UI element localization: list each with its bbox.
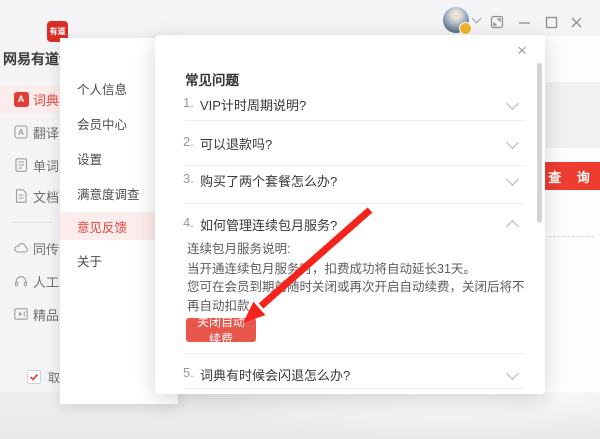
minimize-icon (518, 16, 531, 29)
faq-dialog: × 常见问题 1. VIP计时周期说明? 2. 可以退款吗? 3. 购买了两个套… (155, 35, 545, 394)
sidebar-item-label: 同传 (33, 241, 60, 257)
dashed-divider (548, 236, 594, 237)
dialog-title: 常见问题 (185, 73, 239, 88)
dialog-scrollbar[interactable] (537, 63, 542, 223)
divider (185, 120, 525, 121)
translate-icon: A (13, 124, 29, 140)
svg-text:A: A (18, 127, 24, 137)
sidebar-item-interpretation[interactable]: 同传 (0, 234, 62, 262)
background-panel (545, 82, 600, 148)
sidebar-item-label: 精品 (33, 307, 60, 323)
headset-icon (13, 273, 29, 289)
sidebar-item-label: 文档 (33, 189, 60, 205)
maximize-icon (545, 16, 558, 29)
faq-answer-line: 您可在会员到期前随时关闭或再次开启自动续费，关闭后将不再自动扣款。 (187, 280, 525, 313)
menu-item-label: 关于 (77, 254, 103, 269)
faq-answer-line: 当开通连续包月服务时，扣费成功将自动延长31天。 (187, 262, 476, 276)
faq-item-1[interactable]: 1. VIP计时周期说明? (183, 95, 517, 113)
sidebar-item-label: 单词 (33, 158, 60, 174)
faq-question: 可以退款吗? (200, 137, 273, 152)
faq-number: 3. (183, 171, 194, 186)
avatar-chevron-down-icon[interactable] (471, 13, 482, 24)
sidebar-item-premium[interactable]: 精品 (0, 300, 62, 328)
wordbook-icon (13, 157, 29, 173)
close-window-button[interactable] (568, 14, 584, 30)
divider (185, 388, 525, 389)
faq-question: VIP计时周期说明? (200, 98, 307, 113)
menu-item-label: 满意度调查 (77, 187, 140, 202)
dictionary-icon: A (13, 91, 29, 107)
menu-item-label: 会员中心 (77, 117, 128, 132)
faq-item-3[interactable]: 3. 购买了两个套餐怎么办? (183, 171, 517, 189)
maximize-button[interactable] (543, 14, 559, 30)
divider (185, 353, 525, 354)
sidebar-item-documents[interactable]: 文档 (0, 182, 62, 210)
sidebar-item-words[interactable]: 单词 (0, 151, 62, 179)
cancel-auto-renew-button[interactable]: 关闭自动续费 (186, 315, 256, 346)
sidebar-item-dictionary[interactable]: A 词典 (0, 85, 62, 113)
sidebar-item-translate[interactable]: A 翻译 (0, 118, 62, 146)
fullscreen-icon (490, 15, 504, 29)
faq-item-4[interactable]: 4. 如何管理连续包月服务? (183, 215, 517, 233)
checkbox-checked-icon[interactable] (27, 370, 41, 384)
faq-item-5[interactable]: 5. 词典有时候会闪退怎么办? (183, 365, 517, 383)
sidebar-item-label: 翻译 (33, 125, 60, 141)
faq-number: 4. (183, 215, 194, 230)
vip-badge-icon (459, 22, 472, 35)
faq-question: 词典有时候会闪退怎么办? (200, 368, 351, 383)
menu-item-label: 意见反馈 (77, 220, 128, 235)
faq-question: 如何管理连续包月服务? (200, 218, 338, 233)
close-icon (570, 16, 583, 29)
divider (185, 203, 525, 204)
faq-question: 购买了两个套餐怎么办? (200, 174, 338, 189)
minimize-button[interactable] (516, 14, 532, 30)
play-course-icon (13, 306, 29, 322)
cloud-icon (13, 240, 29, 256)
menu-item-label: 个人信息 (77, 82, 128, 97)
sidebar-divider (12, 222, 52, 223)
app-window: 有道 网易有道词典 A 词典 A 翻译 单词 文档 同传 人工 精品 查 询 个… (0, 0, 600, 439)
faq-number: 2. (183, 134, 194, 149)
faq-item-2[interactable]: 2. 可以退款吗? (183, 134, 517, 152)
document-icon (13, 188, 29, 204)
search-query-button[interactable]: 查 询 (540, 162, 600, 190)
dialog-close-icon[interactable]: × (513, 41, 531, 59)
divider (185, 165, 525, 166)
faq-number: 1. (183, 95, 194, 110)
faq-answer-line: 连续包月服务说明: (187, 242, 291, 256)
sidebar-item-label: 词典 (33, 92, 60, 108)
fullscreen-button[interactable] (489, 14, 505, 30)
faq-number: 5. (183, 365, 194, 380)
sidebar-item-label: 人工 (33, 274, 60, 290)
sidebar-item-human-translate[interactable]: 人工 (0, 267, 62, 295)
menu-item-label: 设置 (77, 152, 103, 167)
